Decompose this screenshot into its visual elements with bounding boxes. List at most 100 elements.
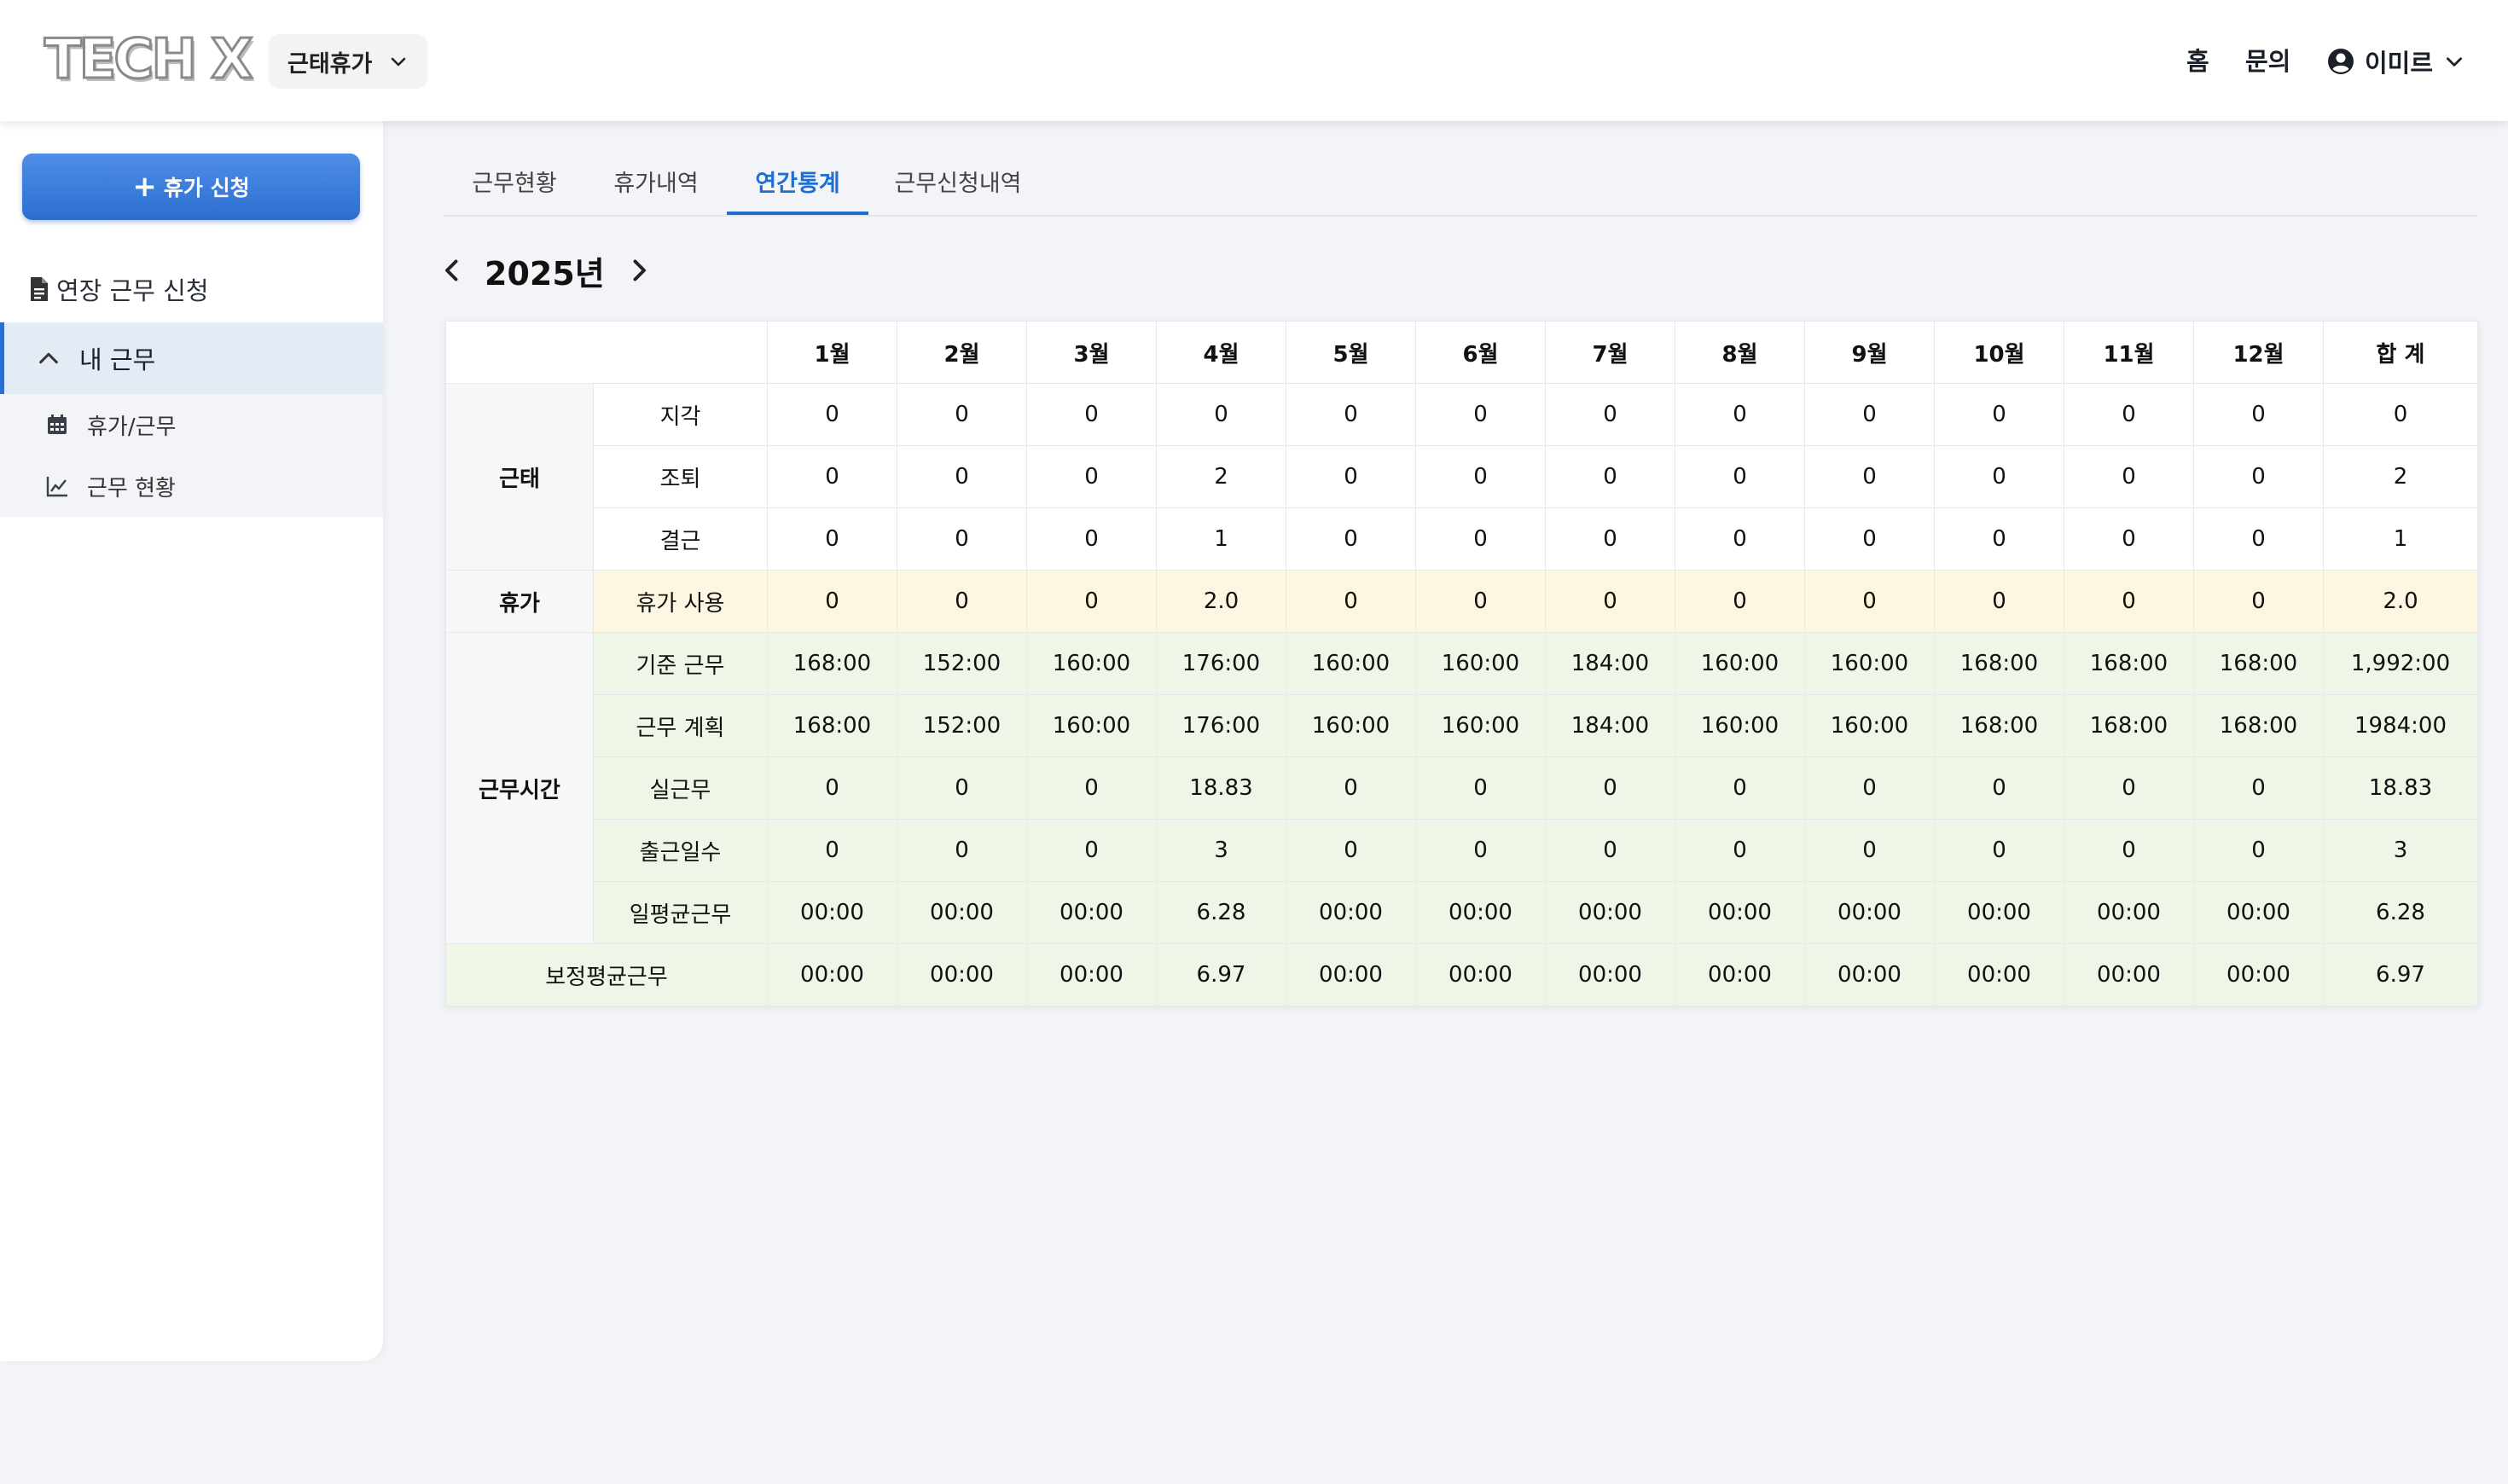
table-cell: 00:00 <box>1545 881 1675 944</box>
table-cell: 160:00 <box>1026 694 1157 757</box>
table-cell: 184:00 <box>1545 694 1675 757</box>
table-cell: 0 <box>2193 570 2324 633</box>
table-cell: 0 <box>1545 445 1675 508</box>
table-cell: 168:00 <box>2193 632 2324 695</box>
row-label: 결근 <box>593 507 768 571</box>
table-cell: 152:00 <box>897 694 1027 757</box>
table-cell: 00:00 <box>1934 943 2064 1006</box>
sidebar-item-work-status[interactable]: 근무 현황 <box>0 455 383 517</box>
table-row: 조퇴 0 0 0 2 0 0 0 0 0 0 0 0 2 <box>446 445 2478 508</box>
tab-annual-stats[interactable]: 연간통계 <box>727 154 868 215</box>
table-cell: 184:00 <box>1545 632 1675 695</box>
table-cell: 00:00 <box>1675 881 1805 944</box>
row-group-label: 근무시간 <box>445 632 594 944</box>
row-group-label: 휴가 <box>445 570 594 633</box>
table-cell: 0 <box>1286 445 1416 508</box>
tab-work-status[interactable]: 근무현황 <box>444 154 585 215</box>
table-cell: 0 <box>2064 570 2194 633</box>
table-cell: 00:00 <box>1026 943 1157 1006</box>
table-cell: 0 <box>2064 383 2194 446</box>
table-cell: 0 <box>1545 570 1675 633</box>
column-header: 5월 <box>1286 321 1416 384</box>
table-cell: 0 <box>1286 819 1416 882</box>
row-label: 기준 근무 <box>593 632 768 695</box>
table-cell: 00:00 <box>767 881 897 944</box>
table-cell: 0 <box>1415 445 1546 508</box>
row-label: 근무 계획 <box>593 694 768 757</box>
tab-leave-history[interactable]: 휴가내역 <box>585 154 727 215</box>
table-cell: 00:00 <box>2064 881 2194 944</box>
chevron-left-icon[interactable] <box>437 255 467 286</box>
table-cell: 00:00 <box>897 943 1027 1006</box>
table-cell: 00:00 <box>1804 943 1935 1006</box>
row-label: 지각 <box>593 383 768 446</box>
table-row: 근무시간 기준 근무 168:00 152:00 160:00 176:00 160:00 1… <box>445 632 2478 944</box>
leave-request-button[interactable]: + 휴가 신청 <box>22 154 360 220</box>
user-menu[interactable]: 이미르 <box>2327 43 2465 80</box>
column-header: 7월 <box>1545 321 1675 384</box>
table-cell-total: 0 <box>2323 383 2478 446</box>
logo[interactable]: TECH X <box>44 26 255 94</box>
sidebar-item-leave-work[interactable]: 휴가/근무 <box>0 394 383 455</box>
table-cell: 0 <box>1804 570 1935 633</box>
table-cell: 160:00 <box>1415 694 1546 757</box>
plus-icon: + <box>132 170 157 204</box>
table-cell: 0 <box>1286 570 1416 633</box>
column-header: 4월 <box>1156 321 1286 384</box>
table-cell: 0 <box>1804 507 1935 571</box>
table-cell: 0 <box>767 570 897 633</box>
table-cell: 0 <box>1286 756 1416 820</box>
table-cell: 0 <box>1804 756 1935 820</box>
table-cell: 00:00 <box>897 881 1027 944</box>
sidebar-group-my-work[interactable]: 내 근무 <box>0 322 383 394</box>
column-header: 12월 <box>2193 321 2324 384</box>
user-name: 이미르 <box>2365 49 2434 78</box>
column-header: 2월 <box>897 321 1027 384</box>
table-cell: 160:00 <box>1675 632 1805 695</box>
table-cell: 00:00 <box>1675 943 1805 1006</box>
table-cell: 0 <box>1675 507 1805 571</box>
table-header-corner <box>445 321 768 384</box>
overtime-request-link[interactable]: 연장 근무 신청 <box>29 268 209 310</box>
chevron-right-icon[interactable] <box>624 255 654 286</box>
leave-request-label: 휴가 신청 <box>163 176 250 200</box>
table-cell: 0 <box>1156 383 1286 446</box>
table-cell: 0 <box>2064 756 2194 820</box>
table-cell: 00:00 <box>1286 881 1416 944</box>
table-cell: 6.97 <box>1156 943 1286 1006</box>
table-cell: 00:00 <box>1545 943 1675 1006</box>
table-cell: 0 <box>1415 507 1546 571</box>
table-cell: 0 <box>897 570 1027 633</box>
table-cell: 00:00 <box>767 943 897 1006</box>
table-cell: 1 <box>1156 507 1286 571</box>
table-cell: 00:00 <box>1415 881 1546 944</box>
year-label: 2025년 <box>485 254 605 293</box>
column-header: 11월 <box>2064 321 2194 384</box>
table-cell: 0 <box>1415 756 1546 820</box>
table-cell: 00:00 <box>1934 881 2064 944</box>
table-cell: 168:00 <box>767 694 897 757</box>
table-cell: 168:00 <box>1934 694 2064 757</box>
tab-work-request-history[interactable]: 근무신청내역 <box>868 154 1048 215</box>
table-cell: 0 <box>2193 819 2324 882</box>
nav-inquiry-link[interactable]: 문의 <box>2245 44 2290 78</box>
table-cell: 0 <box>1545 819 1675 882</box>
table-cell: 0 <box>897 819 1027 882</box>
table-cell: 0 <box>1934 819 2064 882</box>
table-cell: 168:00 <box>2064 694 2194 757</box>
table-cell: 0 <box>1675 445 1805 508</box>
table-cell-total: 3 <box>2323 819 2478 882</box>
table-cell: 0 <box>767 507 897 571</box>
table-cell: 0 <box>1026 383 1157 446</box>
table-cell: 0 <box>2193 383 2324 446</box>
row-label: 실근무 <box>593 756 768 820</box>
table-cell: 0 <box>1675 570 1805 633</box>
table-cell: 00:00 <box>2193 943 2324 1006</box>
row-group-label: 근태 <box>445 383 594 571</box>
module-select[interactable]: 근태휴가 <box>269 34 427 89</box>
table-row: 휴가 휴가 사용 0 0 0 2.0 0 0 0 0 0 0 0 0 2.0 <box>445 570 2478 633</box>
table-cell: 2.0 <box>1156 570 1286 633</box>
table-cell: 0 <box>897 383 1027 446</box>
table-cell: 0 <box>2193 507 2324 571</box>
nav-home-link[interactable]: 홈 <box>2186 44 2209 78</box>
